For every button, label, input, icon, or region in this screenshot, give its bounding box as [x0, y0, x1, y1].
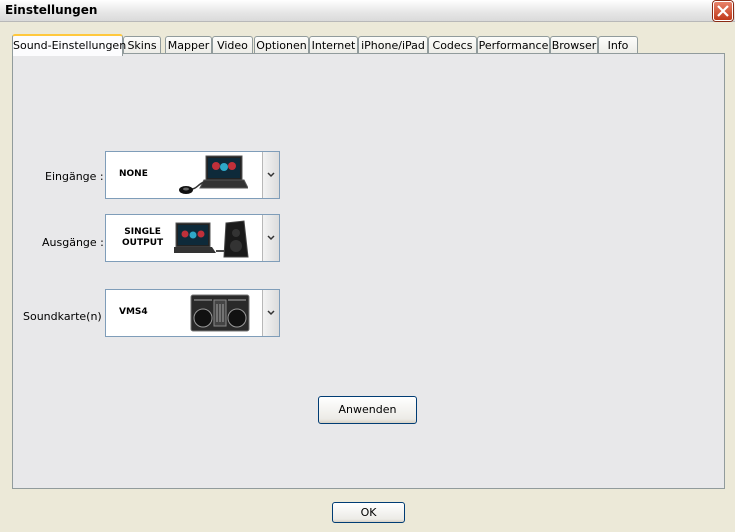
- window-title: Einstellungen: [5, 3, 98, 17]
- title-bar: Einstellungen: [0, 0, 735, 22]
- soundcard-value: VMS4: [119, 307, 148, 317]
- apply-button[interactable]: Anwenden: [318, 396, 417, 424]
- chevron-down-icon: [267, 172, 275, 178]
- tab-browser[interactable]: Browser: [550, 36, 598, 54]
- tab-skins[interactable]: Skins: [123, 36, 161, 54]
- tab-sound-settings[interactable]: Sound-Einstellungen: [12, 34, 126, 56]
- tab-internet[interactable]: Internet: [309, 36, 358, 54]
- outputs-value-line2: OUTPUT: [122, 238, 164, 248]
- tab-mapper[interactable]: Mapper: [165, 36, 212, 54]
- close-button[interactable]: [713, 1, 733, 21]
- laptop-mouse-icon: [179, 155, 248, 194]
- soundcard-label: Soundkarte(n) :: [23, 310, 109, 323]
- soundcard-select[interactable]: VMS4: [105, 289, 280, 337]
- inputs-select[interactable]: NONE: [105, 151, 280, 199]
- outputs-dropdown-button[interactable]: [262, 215, 279, 261]
- tab-performance[interactable]: Performance: [477, 36, 550, 54]
- outputs-value-line1: SINGLE: [124, 227, 161, 237]
- close-icon: [717, 5, 729, 17]
- tab-codecs[interactable]: Codecs: [428, 36, 477, 54]
- tab-info[interactable]: Info: [598, 36, 638, 54]
- inputs-label: Eingänge :: [45, 170, 104, 183]
- soundcard-dropdown-button[interactable]: [262, 290, 279, 336]
- outputs-label: Ausgänge :: [42, 236, 104, 249]
- outputs-select[interactable]: SINGLE OUTPUT: [105, 214, 280, 262]
- inputs-dropdown-button[interactable]: [262, 152, 279, 198]
- tab-options[interactable]: Optionen: [254, 36, 309, 54]
- inputs-value: NONE: [119, 169, 148, 179]
- tab-iphone-ipad[interactable]: iPhone/iPad: [358, 36, 428, 54]
- dj-controller-icon: [190, 294, 250, 332]
- laptop-speaker-icon: [174, 220, 249, 258]
- chevron-down-icon: [267, 235, 275, 241]
- ok-button[interactable]: OK: [332, 502, 405, 523]
- tab-video[interactable]: Video: [212, 36, 253, 54]
- chevron-down-icon: [267, 310, 275, 316]
